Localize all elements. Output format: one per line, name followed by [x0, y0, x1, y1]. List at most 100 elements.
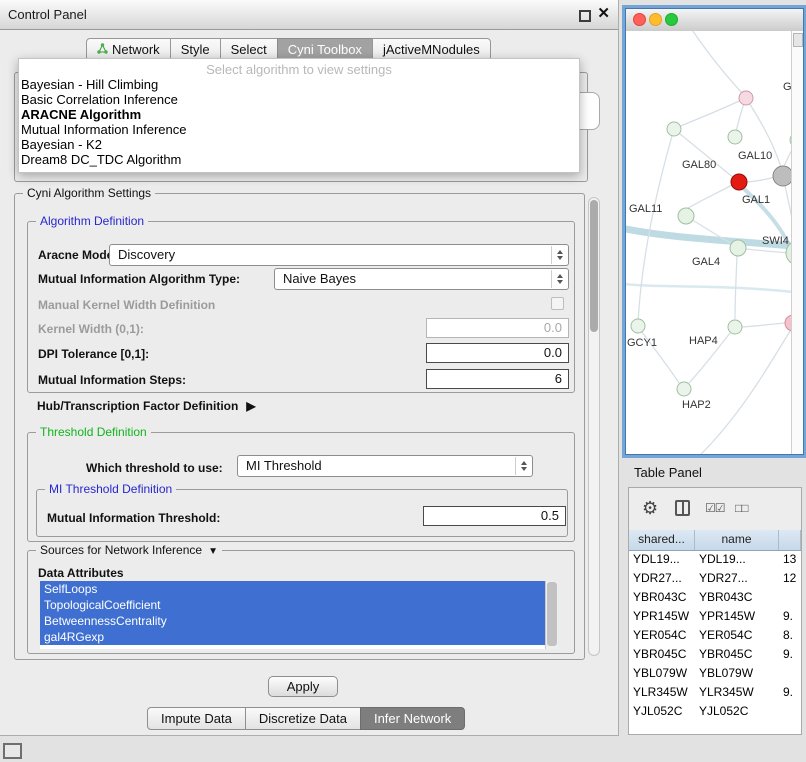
sources-section-toggle[interactable]: Sources for Network Inference▼ [36, 543, 222, 559]
node-label[interactable]: GAL [783, 81, 791, 93]
algorithm-dropdown-popup: Select algorithm to view settings Bayesi… [18, 58, 580, 173]
table-panel-window: ⚙ ☑☑ □□ shared... name YDL19...YDL19...1… [628, 487, 802, 735]
network-canvas[interactable]: GAL GAL80 GAL10 GAL11 GAL1 SWI4 GAL4 GCY… [626, 31, 791, 454]
algorithm-option-selected[interactable]: ARACNE Algorithm [19, 107, 579, 122]
zoom-traffic-light[interactable] [665, 13, 678, 26]
combobox-stepper-icon [515, 457, 531, 475]
gear-icon[interactable]: ⚙ [642, 497, 658, 519]
node-label[interactable]: GAL11 [629, 203, 662, 215]
algorithm-option[interactable]: Dream8 DC_TDC Algorithm [19, 152, 579, 167]
algorithm-option[interactable]: Mutual Information Inference [19, 122, 579, 137]
network-node[interactable] [728, 320, 742, 334]
manual-kernel-width-label: Manual Kernel Width Definition [38, 295, 215, 315]
minimize-traffic-light[interactable] [649, 13, 662, 26]
select-all-checkboxes-icon[interactable]: ☑☑ [705, 501, 725, 515]
network-node[interactable] [631, 319, 645, 333]
cyni-algorithm-settings-group: Cyni Algorithm Settings Algorithm Defini… [14, 193, 585, 660]
mi-steps-field[interactable]: 6 [426, 369, 569, 389]
columns-icon[interactable] [675, 500, 690, 516]
network-node[interactable] [678, 208, 694, 224]
algorithm-definition-group: Algorithm Definition Aracne Mode: Discov… [27, 221, 575, 393]
table-row[interactable]: YPR145WYPR145W9. [629, 607, 801, 626]
network-view-window[interactable]: GAL GAL80 GAL10 GAL11 GAL1 SWI4 GAL4 GCY… [625, 8, 804, 455]
column-header[interactable] [779, 530, 801, 550]
dpi-tolerance-field[interactable]: 0.0 [426, 343, 569, 363]
table-row[interactable]: YBR043CYBR043C [629, 588, 801, 607]
network-node[interactable] [667, 122, 681, 136]
window-title: Control Panel [8, 0, 87, 29]
hub-factor-label: Hub/Transcription Factor Definition [37, 399, 238, 413]
list-item-selected[interactable]: BetweennessCentrality [40, 613, 545, 629]
node-label[interactable]: HAP2 [682, 399, 711, 411]
node-label[interactable]: GAL80 [682, 159, 716, 171]
scrollbar-thumb[interactable] [590, 200, 598, 332]
scrollbar-button[interactable] [793, 33, 803, 47]
network-scrollbar[interactable] [791, 31, 803, 454]
mi-algorithm-type-combobox[interactable]: Naive Bayes [274, 268, 569, 290]
network-node[interactable] [677, 382, 691, 396]
table-panel-title: Table Panel [634, 465, 702, 480]
settings-scrollbar[interactable] [588, 197, 600, 656]
network-node-gray[interactable] [773, 166, 791, 186]
cell: 8. [779, 626, 801, 645]
expand-right-icon: ▶ [246, 399, 255, 413]
table-row[interactable]: YBR045CYBR045C9. [629, 645, 801, 664]
cell [779, 664, 801, 683]
tab-label: Cyni Toolbox [288, 39, 362, 60]
hub-factor-section-toggle[interactable]: Hub/Transcription Factor Definition ▶ [37, 399, 256, 413]
node-label[interactable]: HAP4 [689, 335, 718, 347]
close-window-icon[interactable]: ✕ [597, 4, 610, 24]
tab-label: Style [181, 39, 210, 60]
apply-button[interactable]: Apply [268, 676, 338, 697]
combobox-value: Naive Bayes [283, 269, 356, 289]
mi-steps-label: Mutual Information Steps: [38, 370, 186, 390]
node-label[interactable]: SWI4 [762, 235, 789, 247]
scrollbar-thumb[interactable] [547, 582, 557, 646]
table-row[interactable]: YDL19...YDL19...13 [629, 550, 801, 569]
tab-impute-data[interactable]: Impute Data [147, 707, 246, 730]
algorithm-option[interactable]: Bayesian - Hill Climbing [19, 77, 579, 92]
cell: YDR27... [629, 569, 695, 588]
network-edge[interactable] [626, 283, 791, 293]
combobox-stepper-icon [551, 246, 567, 264]
list-item-selected[interactable]: gal4RGexp [40, 629, 545, 645]
column-header[interactable]: name [695, 530, 779, 550]
aracne-mode-combobox[interactable]: Discovery [109, 244, 569, 266]
tab-discretize-data[interactable]: Discretize Data [245, 707, 361, 730]
node-label[interactable]: GAL4 [692, 256, 720, 268]
mi-threshold-field[interactable]: 0.5 [423, 506, 566, 526]
cell: YBL079W [629, 664, 695, 683]
cell: 9. [779, 607, 801, 626]
table-row[interactable]: YJL052CYJL052C [629, 702, 801, 721]
column-header[interactable]: shared... [629, 530, 695, 550]
algorithm-option[interactable]: Basic Correlation Inference [19, 92, 579, 107]
network-node[interactable] [739, 91, 753, 105]
float-window-icon[interactable] [579, 10, 591, 22]
list-item-selected[interactable]: TopologicalCoefficient [40, 597, 545, 613]
deselect-all-checkboxes-icon[interactable]: □□ [735, 501, 748, 515]
list-scrollbar[interactable] [545, 581, 558, 649]
node-label[interactable]: GAL10 [738, 150, 772, 162]
which-threshold-combobox[interactable]: MI Threshold [237, 455, 533, 477]
network-node[interactable] [730, 240, 746, 256]
cell: YJL052C [629, 702, 695, 721]
network-node[interactable] [728, 130, 742, 144]
docked-panel-icon[interactable] [3, 743, 22, 759]
network-window-titlebar[interactable] [626, 9, 803, 32]
node-label[interactable]: GCY1 [627, 337, 657, 349]
close-traffic-light[interactable] [633, 13, 646, 26]
table-row[interactable]: YBL079WYBL079W [629, 664, 801, 683]
tab-infer-network[interactable]: Infer Network [360, 707, 465, 730]
algorithm-option[interactable]: Bayesian - K2 [19, 137, 579, 152]
cell [779, 702, 801, 721]
collapse-down-icon: ▼ [208, 546, 218, 557]
table-row[interactable]: YDR27...YDR27...12 [629, 569, 801, 588]
table-row[interactable]: YER054CYER054C8. [629, 626, 801, 645]
network-icon [97, 39, 108, 60]
network-node-red[interactable] [731, 174, 747, 190]
cell: YDL19... [629, 550, 695, 569]
table-row[interactable]: YLR345WYLR345W9. [629, 683, 801, 702]
node-label[interactable]: GAL1 [742, 194, 770, 206]
control-panel-titlebar[interactable]: Control Panel ✕ [0, 0, 618, 30]
list-item-selected[interactable]: SelfLoops [40, 581, 545, 597]
